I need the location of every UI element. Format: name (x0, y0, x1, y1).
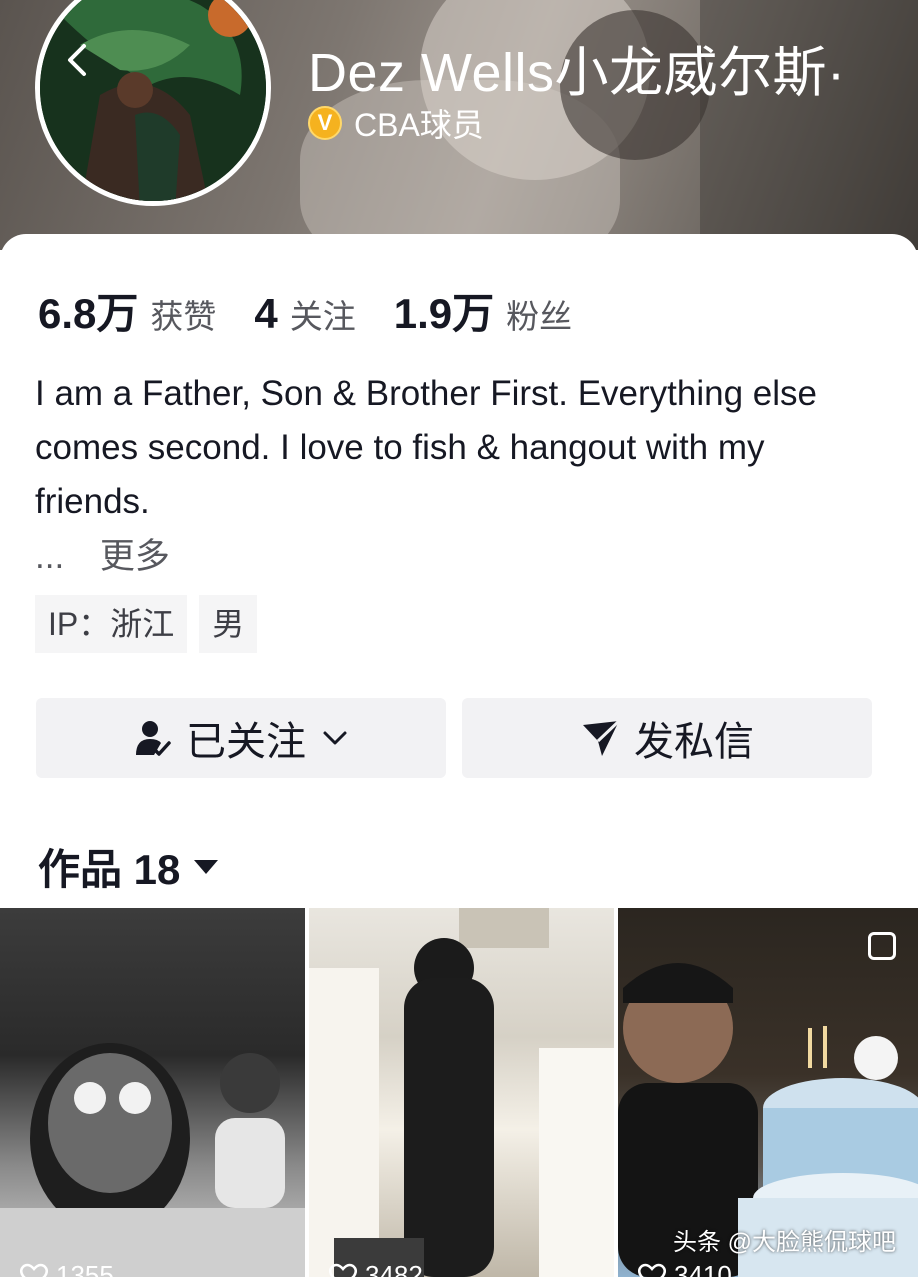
video-thumbnail[interactable]: 1355 (0, 908, 305, 1277)
caret-down-icon (194, 859, 219, 874)
bio-more-label[interactable]: 更多 (100, 537, 170, 576)
heart-icon (20, 1263, 48, 1277)
chevron-down-icon (323, 731, 347, 745)
thumbnail-likes: 3482 (329, 1260, 423, 1277)
video-thumbnail[interactable]: 3410 头条 @大脸熊侃球吧 (618, 908, 918, 1277)
likes-count[interactable]: 6.8万 (38, 280, 138, 341)
heart-icon (329, 1263, 357, 1277)
followers-label[interactable]: 粉丝 (506, 290, 572, 338)
thumbnail-image (0, 1043, 305, 1277)
send-icon (583, 719, 621, 756)
chevron-left-icon[interactable] (58, 40, 98, 80)
send-message-label: 发私信 (634, 720, 754, 764)
profile-name: Dez Wells小龙威尔斯· (308, 43, 846, 103)
likes-count-label: 3482 (365, 1260, 423, 1277)
send-message-button[interactable]: 发私信 (462, 698, 872, 778)
thumbnail-likes: 1355 (20, 1260, 114, 1277)
following-count[interactable]: 4 (254, 290, 277, 338)
gender-tag: 男 (199, 595, 258, 653)
following-button[interactable]: 已关注 (36, 698, 446, 778)
pin-icon (868, 932, 896, 960)
verification-label: CBA球员 (354, 107, 484, 143)
works-label: 作品 18 (38, 846, 181, 893)
v-badge-icon: V (308, 106, 342, 140)
bio-ellipsis: ... (35, 537, 65, 576)
likes-label[interactable]: 获赞 (150, 290, 216, 338)
watermark: 头条 @大脸熊侃球吧 (672, 1229, 896, 1256)
profile-bio: I am a Father, Son & Brother First. Ever… (35, 374, 817, 521)
ip-location-tag: IP：浙江 (35, 595, 188, 653)
profile-stats: 6.8万 获赞 4 关注 1.9万 粉丝 (38, 280, 610, 341)
following-label[interactable]: 关注 (290, 290, 356, 338)
thumbnail-likes: 3410 (638, 1260, 732, 1277)
thumbnail-image (309, 908, 614, 1277)
video-thumbnail[interactable]: 3482 (309, 908, 614, 1277)
heart-icon (638, 1263, 666, 1277)
following-button-label: 已关注 (186, 720, 306, 764)
profile-tags: IP：浙江 男 (35, 595, 269, 653)
bio-more-link[interactable]: ... 更多 (35, 528, 170, 579)
followers-count[interactable]: 1.9万 (394, 280, 494, 341)
verification-badge: V CBA球员 (308, 100, 484, 146)
likes-count-label: 3410 (674, 1260, 732, 1277)
likes-count-label: 1355 (56, 1260, 114, 1277)
user-check-icon (136, 721, 171, 756)
works-tab[interactable]: 作品 18 (38, 836, 219, 897)
